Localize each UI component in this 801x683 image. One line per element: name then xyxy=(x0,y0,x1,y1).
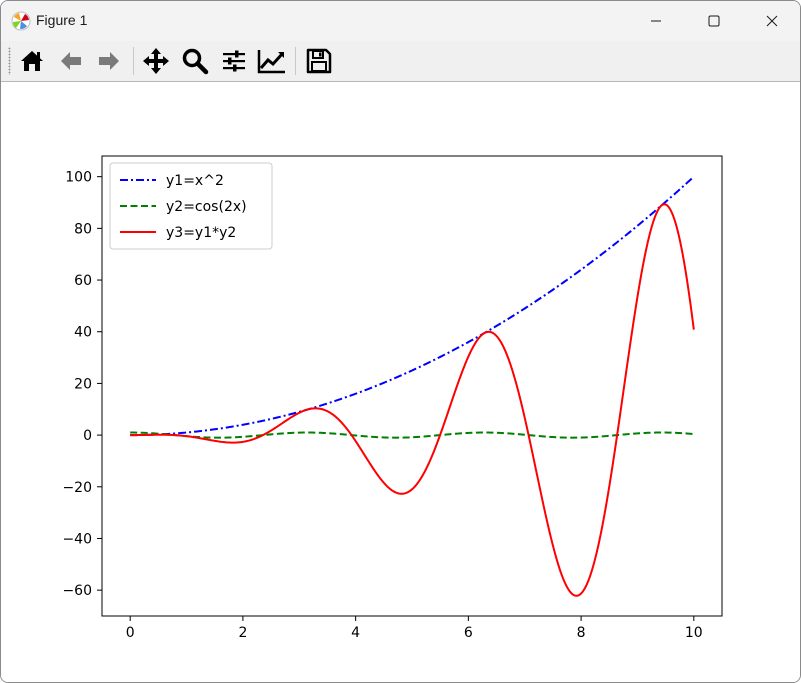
sliders-icon xyxy=(223,50,245,72)
toolbar-separator xyxy=(133,47,134,75)
figure-canvas[interactable]: 0 2 4 6 8 10 −60 −40 −20 0 20 40 60 80 100 y1=x^2 y2=cos… xyxy=(1,82,800,682)
home-icon xyxy=(21,51,43,71)
window-title: Figure 1 xyxy=(36,12,88,28)
y-tick-label: 100 xyxy=(65,170,92,186)
toolbar-separator xyxy=(295,47,296,75)
home-button[interactable] xyxy=(16,45,48,77)
legend-label-1: y1=x^2 xyxy=(166,173,224,189)
close-icon xyxy=(766,15,778,27)
x-tick-label: 10 xyxy=(685,625,703,641)
y-tick-label: −60 xyxy=(62,583,92,599)
y-tick-label: 60 xyxy=(74,273,92,289)
y-tick-label: 20 xyxy=(74,376,92,392)
forward-button[interactable] xyxy=(93,45,125,77)
arrow-right-icon xyxy=(99,52,119,70)
zoom-button[interactable] xyxy=(179,45,211,77)
pan-button[interactable] xyxy=(140,45,172,77)
figure-window: Figure 1 0 2 4 6 8 10 −60 −40 −20 0 20 4… xyxy=(0,0,801,683)
x-tick-label: 4 xyxy=(351,625,360,641)
line-chart-icon xyxy=(257,50,285,74)
maximize-button[interactable] xyxy=(685,1,743,41)
close-button[interactable] xyxy=(743,1,800,41)
y-tick-label: −40 xyxy=(62,531,92,547)
legend-label-3: y3=y1*y2 xyxy=(166,225,236,241)
legend-label-2: y2=cos(2x) xyxy=(166,199,247,215)
matplotlib-app-icon xyxy=(11,11,31,31)
y-tick-label: 40 xyxy=(74,325,92,341)
save-button[interactable] xyxy=(303,45,335,77)
toolbar-grip xyxy=(8,47,11,75)
y-tick-label: −20 xyxy=(62,480,92,496)
minimize-icon xyxy=(651,20,661,22)
y-tick-label: 80 xyxy=(74,221,92,237)
magnifier-icon xyxy=(182,48,209,75)
title-bar: Figure 1 xyxy=(1,1,800,41)
x-tick-label: 8 xyxy=(577,625,586,641)
x-tick-label: 0 xyxy=(126,625,135,641)
x-tick-label: 2 xyxy=(238,625,247,641)
minimize-button[interactable] xyxy=(627,1,685,41)
maximize-icon xyxy=(708,15,720,27)
chart-svg[interactable]: 0 2 4 6 8 10 −60 −40 −20 0 20 40 60 80 100 y1=x^2 y2=cos… xyxy=(1,82,800,682)
y-tick-label: 0 xyxy=(83,428,92,444)
floppy-disk-icon xyxy=(306,48,332,74)
move-icon xyxy=(143,48,169,74)
configure-subplots-button[interactable] xyxy=(218,45,250,77)
arrow-left-icon xyxy=(61,52,81,70)
edit-axis-button[interactable] xyxy=(256,45,288,77)
x-tick-label: 6 xyxy=(464,625,473,641)
navigation-toolbar xyxy=(1,41,800,82)
back-button[interactable] xyxy=(55,45,87,77)
